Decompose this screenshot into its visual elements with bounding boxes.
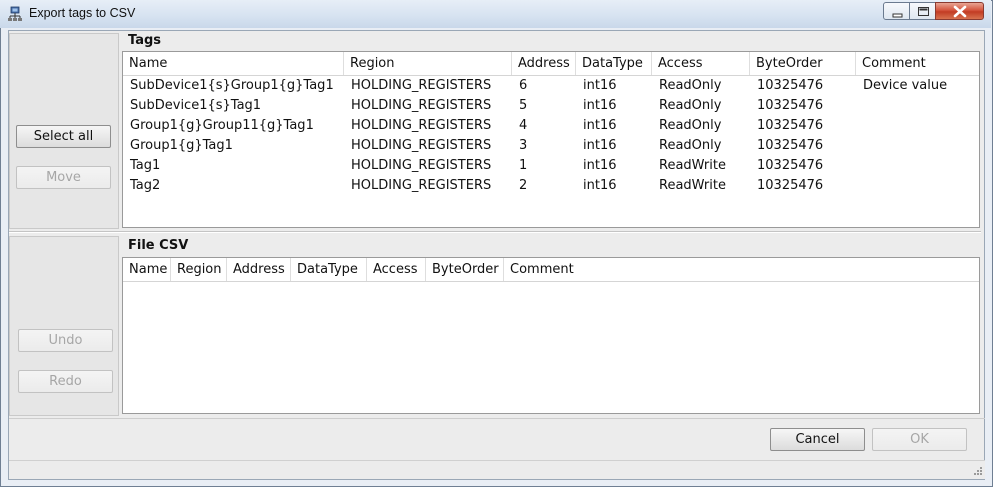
table-row[interactable]: Group1{g}Group11{g}Tag1 HOLDING_REGISTER… <box>123 116 979 136</box>
cell-address: 2 <box>519 178 528 193</box>
maximize-button[interactable] <box>909 2 936 20</box>
cell-byteorder: 10325476 <box>757 178 824 193</box>
table-row[interactable]: SubDevice1{s}Group1{g}Tag1 HOLDING_REGIS… <box>123 76 979 96</box>
tags-section-title: Tags <box>128 33 162 48</box>
cell-datatype: int16 <box>583 78 617 93</box>
column-header-datatype[interactable]: DataType <box>576 52 652 75</box>
cell-datatype: int16 <box>583 98 617 113</box>
cell-byteorder: 10325476 <box>757 138 824 153</box>
csv-column-header-byteorder[interactable]: ByteOrder <box>426 258 504 281</box>
cell-name: SubDevice1{s}Tag1 <box>130 98 262 113</box>
cell-address: 3 <box>519 138 528 153</box>
cancel-button[interactable]: Cancel <box>770 428 865 451</box>
cell-byteorder: 10325476 <box>757 98 824 113</box>
cell-datatype: int16 <box>583 178 617 193</box>
undo-button[interactable]: Undo <box>18 329 113 352</box>
title-bar[interactable]: Export tags to CSV <box>0 0 991 28</box>
cell-datatype: int16 <box>583 138 617 153</box>
column-header-byteorder[interactable]: ByteOrder <box>750 52 856 75</box>
ok-button[interactable]: OK <box>872 428 967 451</box>
window-title: Export tags to CSV <box>29 6 136 20</box>
column-header-name[interactable]: Name <box>123 52 344 75</box>
column-header-access[interactable]: Access <box>652 52 750 75</box>
move-button[interactable]: Move <box>16 166 111 189</box>
cell-name: Tag1 <box>130 158 161 173</box>
column-header-comment[interactable]: Comment <box>856 52 979 75</box>
close-icon <box>953 5 967 18</box>
cell-region: HOLDING_REGISTERS <box>351 78 492 93</box>
minimize-icon <box>892 13 903 18</box>
cell-address: 5 <box>519 98 528 113</box>
cell-access: ReadWrite <box>659 178 726 193</box>
redo-button[interactable]: Redo <box>18 370 113 393</box>
cell-name: Group1{g}Group11{g}Tag1 <box>130 118 314 133</box>
table-row[interactable]: Group1{g}Tag1 HOLDING_REGISTERS 3 int16 … <box>123 136 979 156</box>
splitter-handle[interactable] <box>9 231 981 233</box>
column-header-region[interactable]: Region <box>344 52 512 75</box>
cell-datatype: int16 <box>583 118 617 133</box>
cell-region: HOLDING_REGISTERS <box>351 178 492 193</box>
column-header-address[interactable]: Address <box>512 52 576 75</box>
table-row[interactable]: Tag1 HOLDING_REGISTERS 1 int16 ReadWrite… <box>123 156 979 176</box>
cell-address: 4 <box>519 118 528 133</box>
cell-region: HOLDING_REGISTERS <box>351 138 492 153</box>
maximize-icon <box>918 7 929 16</box>
table-row[interactable]: SubDevice1{s}Tag1 HOLDING_REGISTERS 5 in… <box>123 96 979 116</box>
cell-region: HOLDING_REGISTERS <box>351 118 492 133</box>
resize-grip-icon[interactable] <box>972 466 983 477</box>
cell-name: Tag2 <box>130 178 161 193</box>
cell-region: HOLDING_REGISTERS <box>351 98 492 113</box>
cell-comment: Device value <box>863 78 948 93</box>
cell-byteorder: 10325476 <box>757 78 824 93</box>
cell-datatype: int16 <box>583 158 617 173</box>
csv-column-header-datatype[interactable]: DataType <box>291 258 367 281</box>
cell-access: ReadOnly <box>659 78 722 93</box>
table-row[interactable]: Tag2 HOLDING_REGISTERS 2 int16 ReadWrite… <box>123 176 979 196</box>
cell-access: ReadOnly <box>659 98 722 113</box>
tags-table[interactable]: Name Region Address DataType Access Byte… <box>122 51 980 228</box>
cell-access: ReadWrite <box>659 158 726 173</box>
csv-table-header: Name Region Address DataType Access Byte… <box>123 258 979 282</box>
status-bar <box>9 460 985 479</box>
cell-name: SubDevice1{s}Group1{g}Tag1 <box>130 78 334 93</box>
cell-name: Group1{g}Tag1 <box>130 138 233 153</box>
csv-table[interactable]: Name Region Address DataType Access Byte… <box>122 257 980 414</box>
csv-column-header-name[interactable]: Name <box>123 258 171 281</box>
csv-column-header-comment[interactable]: Comment <box>504 258 979 281</box>
cell-byteorder: 10325476 <box>757 158 824 173</box>
cell-address: 1 <box>519 158 528 173</box>
cell-access: ReadOnly <box>659 118 722 133</box>
tags-table-header: Name Region Address DataType Access Byte… <box>123 52 979 76</box>
csv-column-header-address[interactable]: Address <box>227 258 291 281</box>
csv-column-header-access[interactable]: Access <box>367 258 426 281</box>
minimize-button[interactable] <box>883 2 910 20</box>
csv-section-title: File CSV <box>128 238 189 253</box>
cell-access: ReadOnly <box>659 138 722 153</box>
csv-column-header-region[interactable]: Region <box>171 258 227 281</box>
cube-network-icon <box>8 6 22 21</box>
cell-region: HOLDING_REGISTERS <box>351 158 492 173</box>
cell-byteorder: 10325476 <box>757 118 824 133</box>
cell-address: 6 <box>519 78 528 93</box>
select-all-button[interactable]: Select all <box>16 125 111 148</box>
close-button[interactable] <box>935 2 984 20</box>
